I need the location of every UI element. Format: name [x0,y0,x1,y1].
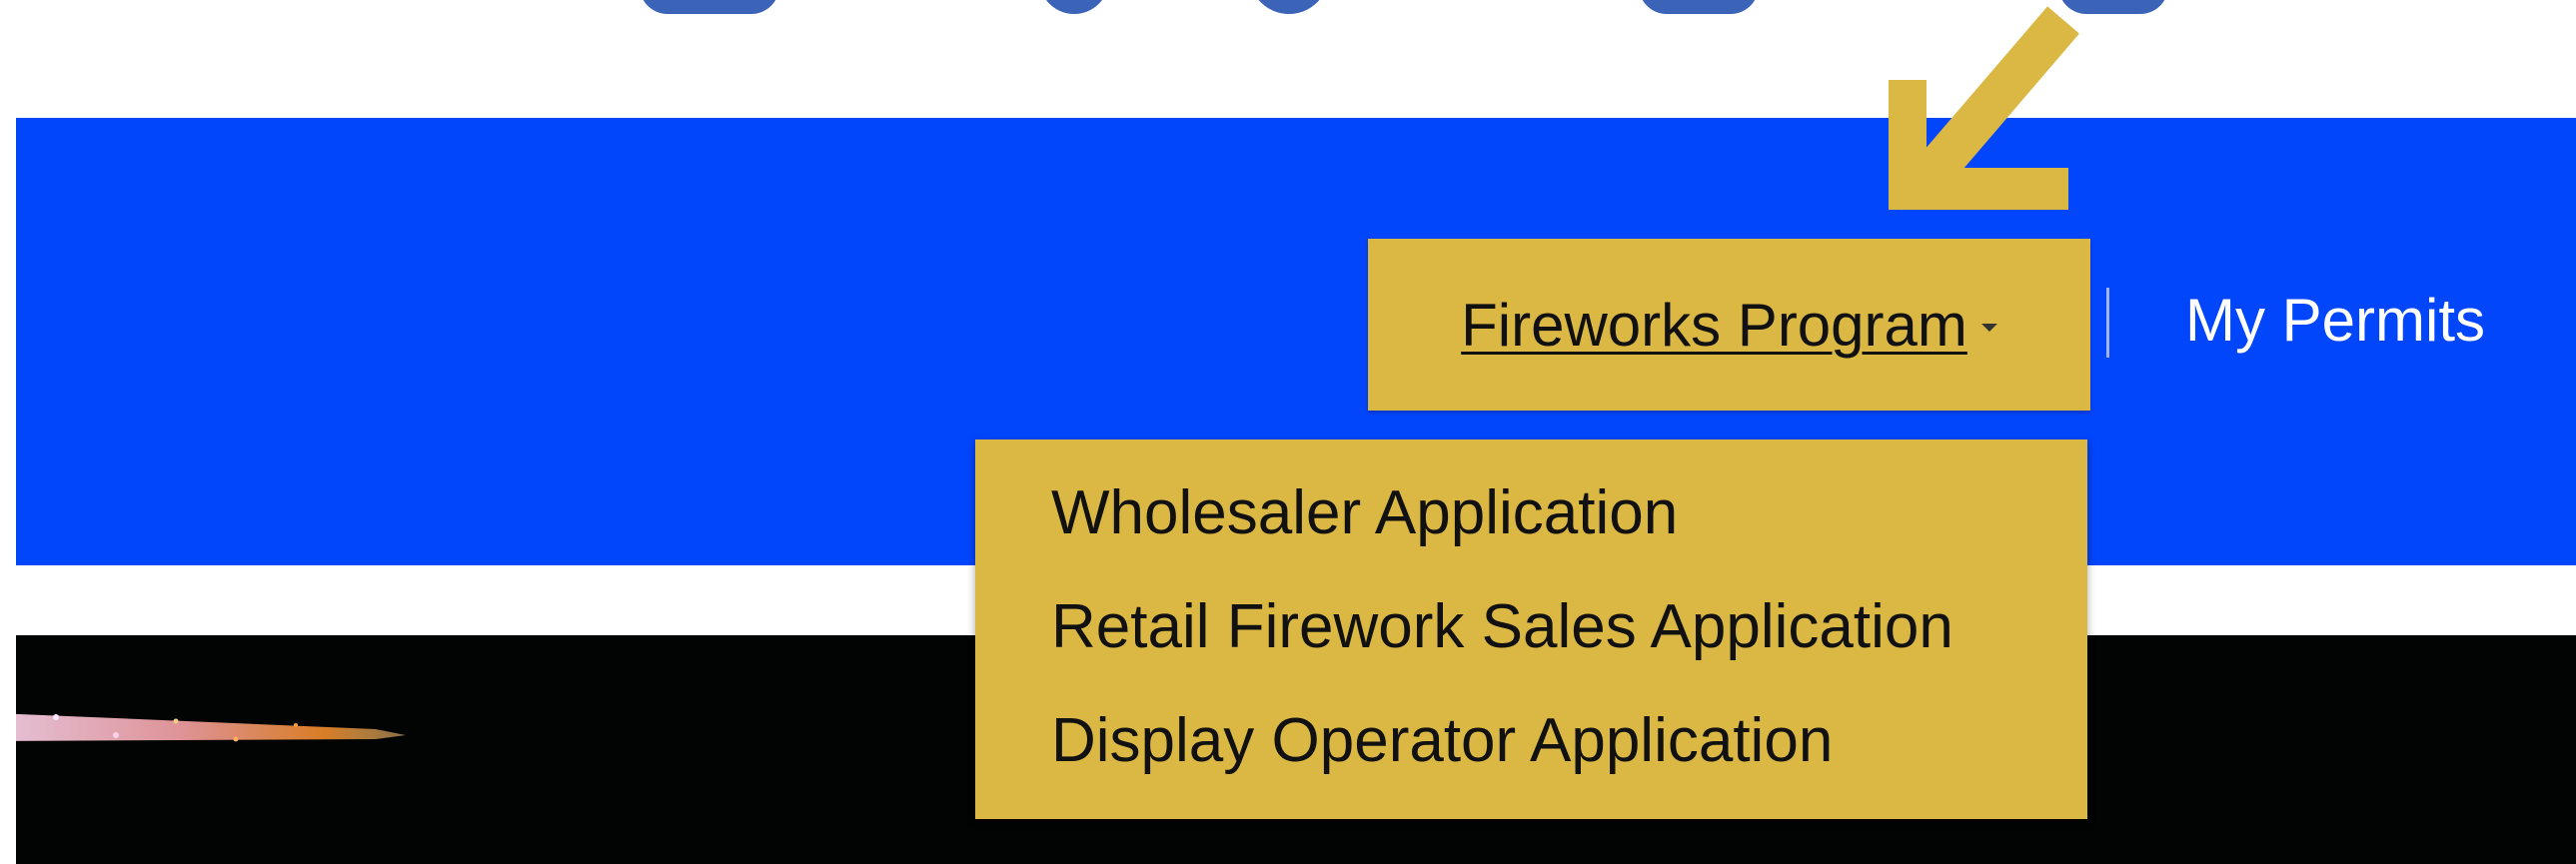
fireworks-program-dropdown: Wholesaler Application Retail Firework S… [975,439,2087,819]
fireworks-program-link[interactable]: Fireworks Program [1461,291,1997,360]
my-permits-link[interactable]: My Permits [2185,286,2485,355]
menu-item-retail-firework-sales-application[interactable]: Retail Firework Sales Application [1051,583,2087,697]
menu-item-wholesaler-application[interactable]: Wholesaler Application [1051,469,2087,583]
page-heading-cropped [0,0,2576,40]
page: Fireworks Program My Permits Wholesaler … [0,0,2576,864]
fireworks-program-menu[interactable]: Fireworks Program [1368,239,2090,411]
caret-down-icon [1980,324,1997,332]
firework-streak-image [16,713,406,742]
nav-divider [2106,288,2109,358]
fireworks-program-label: Fireworks Program [1461,291,1967,359]
menu-item-display-operator-application[interactable]: Display Operator Application [1051,697,2087,811]
arrow-down-left-icon [1889,6,2079,210]
